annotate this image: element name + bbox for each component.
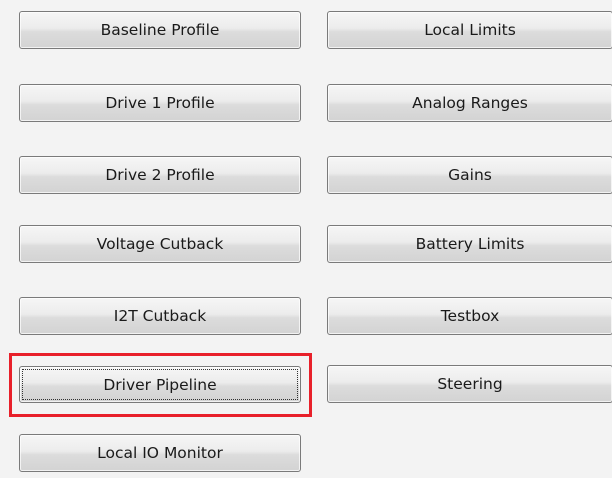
drive-2-profile-button[interactable]: Drive 2 Profile [19,156,301,194]
voltage-cutback-button[interactable]: Voltage Cutback [19,225,301,263]
button-panel: Baseline Profile Local Limits Drive 1 Pr… [0,0,612,478]
steering-button[interactable]: Steering [327,365,612,403]
local-limits-button[interactable]: Local Limits [327,11,612,49]
testbox-button[interactable]: Testbox [327,297,612,335]
analog-ranges-button[interactable]: Analog Ranges [327,84,612,122]
drive-1-profile-button[interactable]: Drive 1 Profile [19,84,301,122]
baseline-profile-button[interactable]: Baseline Profile [19,11,301,49]
driver-pipeline-button[interactable]: Driver Pipeline [19,366,301,403]
battery-limits-button[interactable]: Battery Limits [327,225,612,263]
local-io-monitor-button[interactable]: Local IO Monitor [19,434,301,472]
gains-button[interactable]: Gains [327,156,612,194]
i2t-cutback-button[interactable]: I2T Cutback [19,297,301,335]
